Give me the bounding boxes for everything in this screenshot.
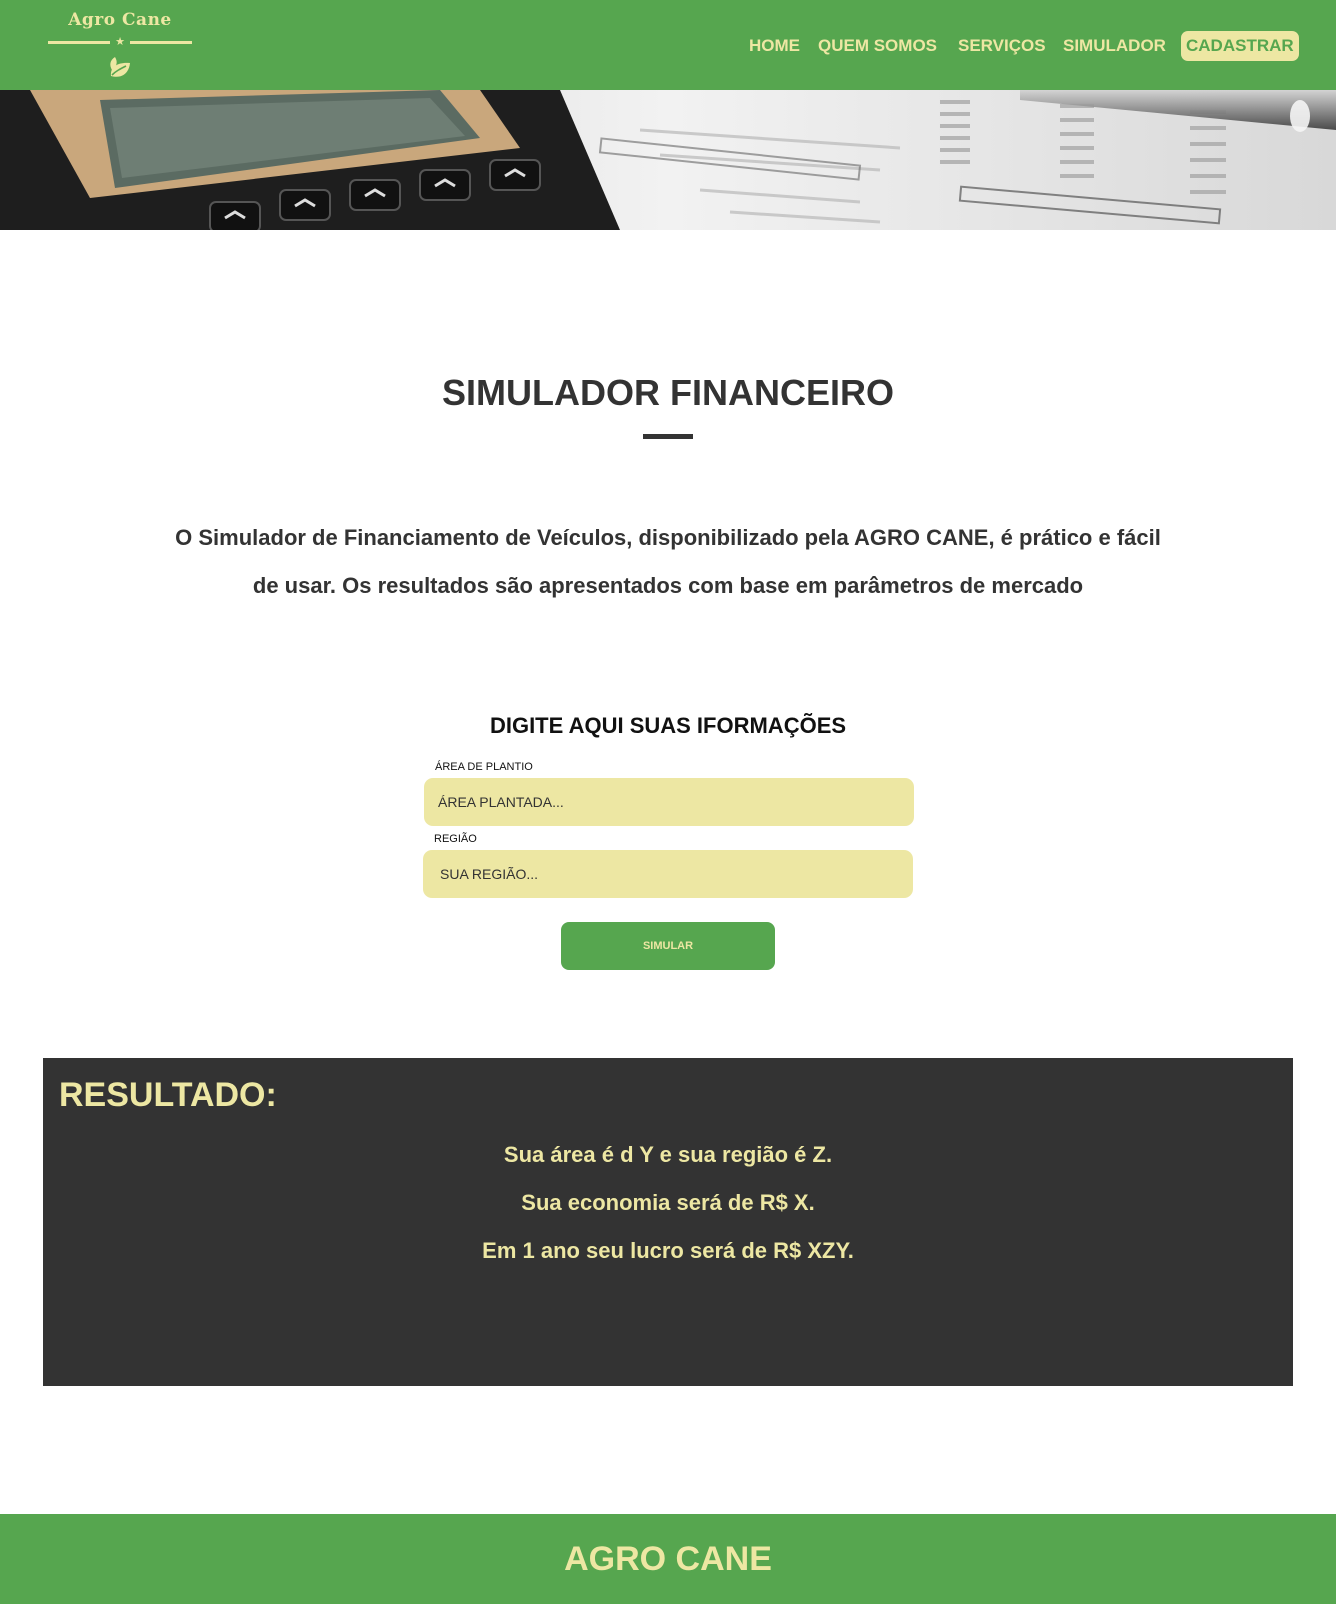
simular-button[interactable]: SIMULAR xyxy=(561,922,775,970)
nav-simulador[interactable]: SIMULADOR xyxy=(1063,31,1166,61)
nav-quem-somos[interactable]: QUEM SOMOS xyxy=(818,31,937,61)
page-title: SIMULADOR FINANCEIRO xyxy=(442,372,894,413)
form-title: DIGITE AQUI SUAS IFORMAÇÕES xyxy=(489,713,847,738)
result-economy-line: Sua economia será de R$ X. xyxy=(521,1190,815,1215)
footer-brand: AGRO CANE xyxy=(564,1540,772,1578)
area-label: ÁREA DE PLANTIO xyxy=(435,761,533,773)
calculator-photo xyxy=(0,90,1336,230)
logo-text: Agro Cane xyxy=(68,10,172,30)
site-header: Agro Cane ★ HOME QUEM SOMOS SERVIÇOS SIM… xyxy=(0,0,1336,90)
title-underline xyxy=(643,434,693,439)
result-area-line: Sua área é d Y e sua região é Z. xyxy=(503,1142,833,1167)
main-nav: HOME QUEM SOMOS SERVIÇOS SIMULADOR CADAS… xyxy=(0,31,1336,61)
intro-paragraph: O Simulador de Financiamento de Veículos… xyxy=(175,525,1161,598)
site-footer: AGRO CANE xyxy=(0,1514,1336,1604)
cadastrar-button[interactable]: CADASTRAR xyxy=(1181,31,1299,61)
nav-home[interactable]: HOME xyxy=(749,31,800,61)
result-panel: RESULTADO: Sua área é d Y e sua região é… xyxy=(43,1058,1293,1386)
result-title: RESULTADO: xyxy=(59,1076,277,1114)
area-input[interactable] xyxy=(424,778,914,826)
region-input[interactable] xyxy=(423,850,913,898)
nav-servicos[interactable]: SERVIÇOS xyxy=(958,31,1046,61)
region-label: REGIÃO xyxy=(434,833,477,845)
result-profit-line: Em 1 ano seu lucro será de R$ XZY. xyxy=(482,1238,854,1263)
hero-banner-image xyxy=(0,90,1336,230)
